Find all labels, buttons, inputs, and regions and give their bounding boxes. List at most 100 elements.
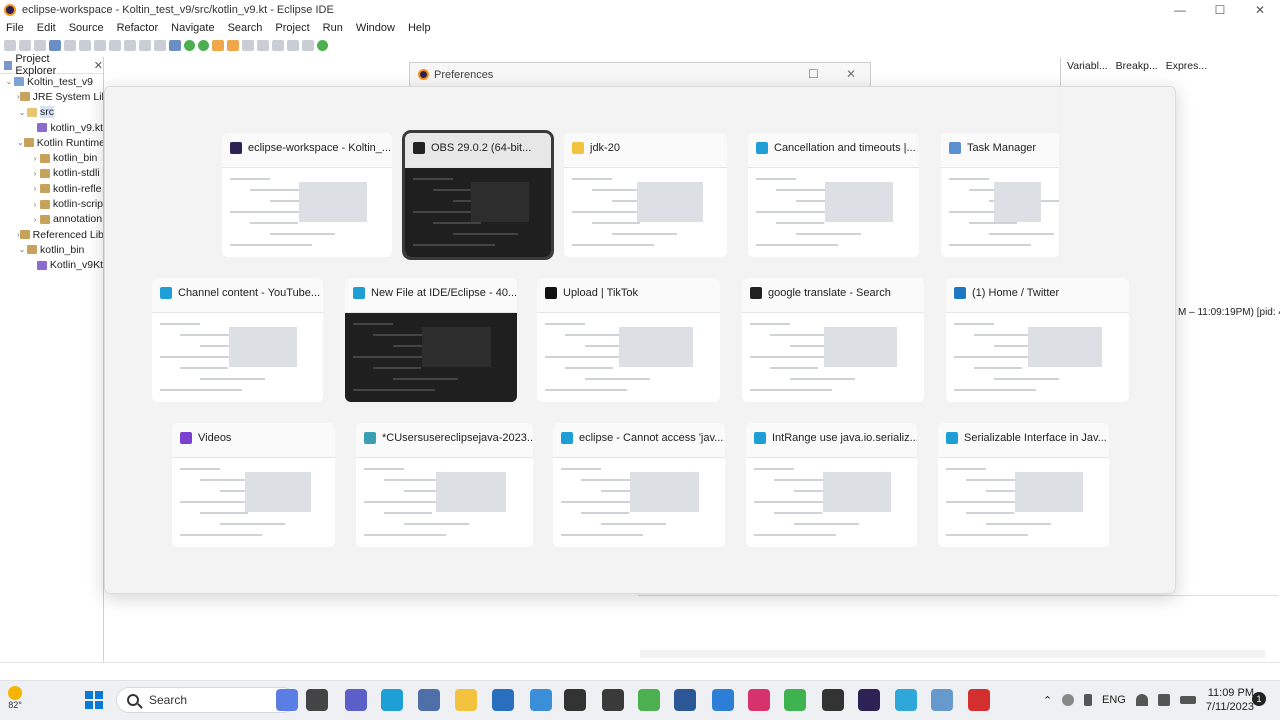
weather-widget[interactable]: 82° — [8, 686, 22, 710]
menu-help[interactable]: Help — [408, 22, 431, 34]
menu-search[interactable]: Search — [228, 22, 263, 34]
suspend-icon[interactable] — [94, 40, 106, 51]
taskbar-search[interactable]: Search — [116, 687, 296, 713]
obs-icon[interactable] — [822, 689, 844, 711]
switcher-window-card[interactable]: New File at IDE/Eclipse - 40... — [345, 278, 517, 402]
chevron-down-icon[interactable]: ⌄ — [4, 77, 14, 86]
switcher-window-card[interactable]: (1) Home / Twitter — [946, 278, 1129, 402]
tree-item[interactable]: kotlin_v9.kt — [0, 120, 103, 135]
language-indicator[interactable]: ENG — [1102, 694, 1126, 706]
3d-box-icon[interactable] — [418, 689, 440, 711]
tree-item[interactable]: › kotlin_bin — [0, 150, 103, 165]
switcher-window-card[interactable]: jdk-20 — [564, 133, 727, 257]
chevron-right-icon[interactable]: › — [30, 169, 40, 178]
azure-icon[interactable] — [530, 689, 552, 711]
skip-breakpoints-icon[interactable] — [64, 40, 76, 51]
debug-icon[interactable] — [169, 40, 181, 51]
line-chat-icon[interactable] — [784, 689, 806, 711]
switcher-window-card[interactable]: Upload | TikTok — [537, 278, 720, 402]
tree-item[interactable]: Kotlin_v9Kt — [0, 258, 103, 273]
wifi-icon[interactable] — [1135, 694, 1148, 706]
step-over-icon[interactable] — [154, 40, 166, 51]
back-icon[interactable] — [287, 40, 299, 51]
chevron-right-icon[interactable]: › — [30, 200, 40, 209]
coverage-icon[interactable] — [198, 40, 209, 51]
cloud-icon[interactable] — [1062, 694, 1075, 706]
switcher-window-card[interactable]: *CUsersusereclipsejava-2023... — [356, 423, 533, 547]
vs-code-blue-icon[interactable] — [712, 689, 734, 711]
whiteboard-icon[interactable] — [492, 689, 514, 711]
forward-icon[interactable] — [302, 40, 314, 51]
menu-project[interactable]: Project — [275, 22, 309, 34]
run-icon[interactable] — [184, 40, 195, 51]
volume-icon[interactable] — [1157, 694, 1170, 706]
chrome-recording-icon[interactable] — [968, 689, 990, 711]
android-studio-icon[interactable] — [638, 689, 660, 711]
visual-studio-icon[interactable] — [602, 689, 624, 711]
terminal-icon[interactable] — [49, 40, 61, 51]
new-java-project-icon[interactable] — [227, 40, 239, 51]
tab-breakpoints[interactable]: Breakp... — [1116, 60, 1158, 72]
menu-window[interactable]: Window — [356, 22, 395, 34]
chevron-right-icon[interactable]: › — [30, 154, 40, 163]
maximize-button[interactable]: ☐ — [1200, 0, 1240, 20]
resume-icon[interactable] — [79, 40, 91, 51]
close-dialog-button[interactable]: ✕ — [846, 67, 856, 81]
tree-item[interactable]: ⌄ kotlin_bin — [0, 242, 103, 257]
menu-navigate[interactable]: Navigate — [171, 22, 214, 34]
menu-refactor[interactable]: Refactor — [117, 22, 159, 34]
menu-run[interactable]: Run — [323, 22, 343, 34]
battery-icon[interactable] — [1179, 696, 1196, 704]
open-type-icon[interactable] — [242, 40, 254, 51]
search-toolbar-icon[interactable] — [257, 40, 269, 51]
close-window-button[interactable]: ✕ — [1240, 0, 1280, 20]
annotation-icon[interactable] — [272, 40, 284, 51]
step-into-icon[interactable] — [139, 40, 151, 51]
clock[interactable]: 11:09 PM 7/11/2023 — [1206, 686, 1254, 714]
notepad-icon[interactable] — [895, 689, 917, 711]
notification-badge[interactable]: 1 — [1252, 692, 1266, 706]
file-explorer-icon[interactable] — [455, 689, 477, 711]
save-icon[interactable] — [19, 40, 31, 51]
terminal-icon[interactable] — [564, 689, 586, 711]
save-all-icon[interactable] — [34, 40, 46, 51]
microphone-icon[interactable] — [1084, 694, 1093, 706]
new-icon[interactable] — [4, 40, 16, 51]
switcher-window-card[interactable]: google translate - Search — [742, 278, 924, 402]
start-button[interactable] — [83, 689, 105, 711]
switcher-window-card[interactable]: Cancellation and timeouts |... — [748, 133, 919, 257]
external-tools-icon[interactable] — [212, 40, 224, 51]
switcher-window-card[interactable]: Serializable Interface in Jav... — [938, 423, 1109, 547]
switcher-window-card[interactable]: OBS 29.0.2 (64-bit... — [402, 130, 554, 260]
tab-variables[interactable]: Variabl... — [1067, 60, 1108, 72]
tree-item[interactable]: › annotation — [0, 212, 103, 227]
task-manager-icon[interactable] — [931, 689, 953, 711]
switcher-window-card[interactable]: eclipse - Cannot access 'jav... — [553, 423, 725, 547]
horizontal-scrollbar[interactable] — [640, 650, 1265, 658]
menu-file[interactable]: File — [6, 22, 24, 34]
chevron-down-icon[interactable]: ⌄ — [17, 245, 27, 254]
maximize-dialog-button[interactable]: ☐ — [808, 67, 819, 81]
tree-item[interactable]: ⌄ src — [0, 105, 103, 120]
switcher-window-card[interactable]: Channel content - YouTube... — [152, 278, 323, 402]
chevron-up-icon[interactable]: ⌃ — [1043, 694, 1052, 707]
switcher-window-card[interactable]: Videos — [172, 423, 335, 547]
chevron-right-icon[interactable]: › — [30, 184, 40, 193]
chevron-right-icon[interactable]: › — [30, 215, 40, 224]
pin-icon[interactable] — [317, 40, 328, 51]
tree-item[interactable]: ⌄ Kotlin Runtime — [0, 135, 103, 150]
terminate-icon[interactable] — [109, 40, 121, 51]
teams-icon[interactable] — [345, 689, 367, 711]
switcher-window-card[interactable]: eclipse-workspace - Koltin_... — [222, 133, 392, 257]
switcher-window-card[interactable]: IntRange use java.io.serializ... — [746, 423, 917, 547]
tab-expressions[interactable]: Expres... — [1166, 60, 1207, 72]
word-icon[interactable] — [674, 689, 696, 711]
tree-item[interactable]: › Referenced Lib — [0, 227, 103, 242]
intellij-icon[interactable] — [748, 689, 770, 711]
eclipse-icon[interactable] — [858, 689, 880, 711]
chevron-down-icon[interactable]: ⌄ — [17, 138, 24, 147]
disconnect-icon[interactable] — [124, 40, 136, 51]
edge-icon[interactable] — [381, 689, 403, 711]
close-explorer-icon[interactable]: ✕ — [94, 59, 103, 72]
tree-item[interactable]: › JRE System Lib — [0, 89, 103, 104]
